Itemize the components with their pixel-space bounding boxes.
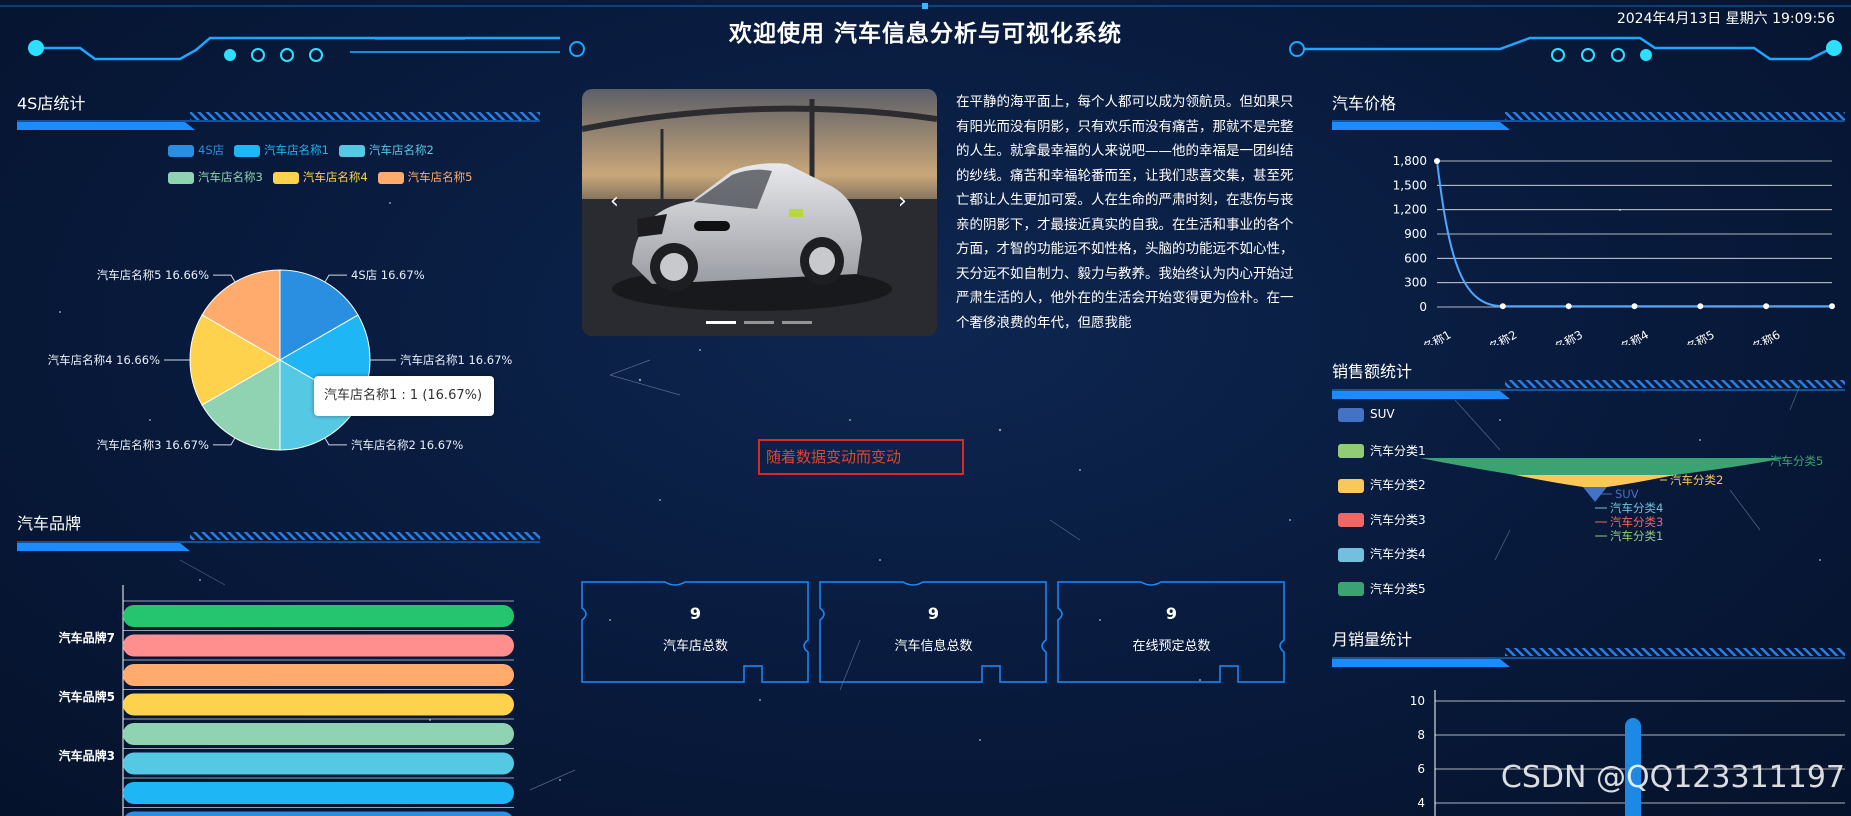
y-tick-label: 8 (1417, 728, 1425, 742)
funnel-segment[interactable] (1515, 475, 1675, 487)
y-tick-label: 1,800 (1393, 154, 1427, 168)
sales-funnel-chart: 汽车分类5 汽车分类2 SUV汽车分类4汽车分类3汽车分类1 (1420, 454, 1823, 543)
legend-label: SUV (1370, 407, 1395, 421)
price-point[interactable] (1499, 303, 1506, 310)
stat-value: 9 (1165, 604, 1178, 623)
funnel-label: 汽车分类2 (1670, 473, 1723, 487)
stat-value: 9 (927, 604, 940, 623)
price-point[interactable] (1565, 303, 1572, 310)
price-point[interactable] (1763, 303, 1770, 310)
stat-value: 9 (689, 604, 702, 623)
y-tick-label: 1,200 (1393, 203, 1427, 217)
stat-card-bookings: 9 在线预定总数 (1058, 582, 1285, 682)
stat-label: 汽车信息总数 (894, 639, 973, 654)
y-tick-label: 600 (1404, 251, 1427, 265)
x-tick-label: 汽车名称6 (1729, 327, 1782, 345)
x-tick-label: 汽车名称1 (1400, 327, 1453, 345)
funnel-segment[interactable] (1420, 458, 1785, 475)
sales-legend-item[interactable]: 汽车分类4 (1338, 545, 1426, 580)
y-tick-label: 6 (1417, 762, 1425, 776)
price-point[interactable] (1697, 303, 1704, 310)
stat-card-stores: 9 汽车店总数 (582, 582, 809, 682)
legend-swatch (1338, 444, 1364, 458)
sales-legend-item[interactable]: SUV (1338, 407, 1426, 442)
legend-swatch (1338, 547, 1364, 562)
y-tick-label: 300 (1404, 276, 1427, 290)
price-line-chart: 0 300 600 900 1,200 1,500 1,800 汽车名称1 汽车名称2 汽车名称3… (1393, 154, 1835, 345)
watermark-text: CSDN @QQ123311197 (1500, 760, 1845, 795)
y-tick-label: 900 (1404, 227, 1427, 241)
stat-label: 汽车店总数 (662, 639, 728, 654)
stat-label: 在线预定总数 (1132, 639, 1211, 654)
funnel-label: SUV (1615, 487, 1639, 501)
legend-label: 汽车分类5 (1370, 581, 1426, 596)
legend-swatch (1338, 407, 1364, 422)
legend-swatch (1338, 582, 1364, 596)
funnel-label: 汽车分类3 (1610, 515, 1663, 529)
funnel-label: 汽车分类4 (1610, 501, 1663, 515)
price-series-line (1436, 160, 1832, 308)
funnel-label: 汽车分类1 (1610, 529, 1663, 543)
stat-card-car-info: 9 汽车信息总数 (820, 582, 1047, 682)
y-tick-label: 4 (1417, 796, 1425, 810)
price-point[interactable] (1434, 158, 1440, 164)
y-tick-label: 1,500 (1393, 178, 1427, 192)
price-point[interactable] (1631, 303, 1638, 310)
price-point[interactable] (1829, 303, 1835, 310)
x-tick-label: 汽车名称3 (1532, 327, 1585, 345)
legend-swatch (1338, 513, 1364, 527)
y-tick-label: 10 (1410, 694, 1425, 708)
x-tick-label: 汽车名称5 (1664, 327, 1717, 345)
funnel-label: 汽车分类5 (1770, 454, 1823, 468)
x-tick-label: 汽车名称2 (1466, 327, 1519, 345)
x-tick-label: 汽车名称4 (1598, 327, 1651, 345)
sales-legend-item[interactable]: 汽车分类5 (1338, 580, 1426, 615)
y-tick-label: 0 (1419, 300, 1427, 314)
monthly-sales-chart: 4 6 8 10 (1410, 690, 1845, 816)
legend-swatch (1338, 478, 1364, 493)
